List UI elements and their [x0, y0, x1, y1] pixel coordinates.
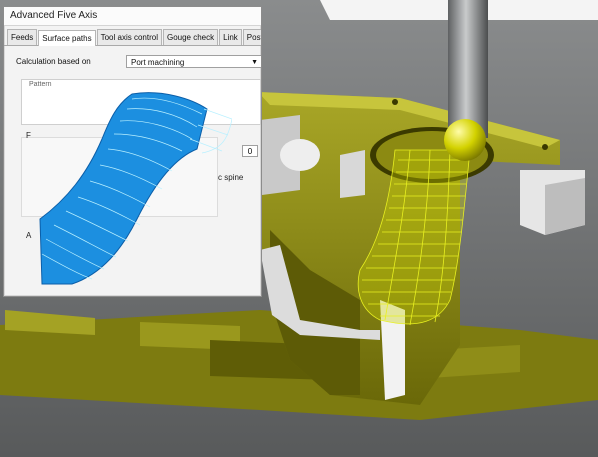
tab-feeds[interactable]: Feeds	[7, 29, 38, 45]
numeric-field[interactable]: 0	[242, 145, 258, 157]
tab-tool-axis-control[interactable]: Tool axis control	[96, 29, 162, 45]
tab-gouge-check[interactable]: Gouge check	[162, 29, 219, 45]
tab-post-settings[interactable]: Post Settings	[242, 29, 261, 45]
calculation-select[interactable]: Port machining ▼	[126, 55, 261, 68]
advanced-five-axis-dialog: Advanced Five Axis Feeds Surface paths T…	[3, 6, 262, 297]
tab-surface-paths[interactable]: Surface paths	[38, 30, 96, 46]
tab-link[interactable]: Link	[219, 29, 242, 45]
cutting-tool	[444, 0, 488, 161]
dialog-tabbar: Feeds Surface paths Tool axis control Go…	[4, 29, 261, 46]
calculation-label: Calculation based on	[16, 57, 91, 66]
chevron-down-icon: ▼	[251, 59, 258, 66]
label-fragment-f: F	[26, 131, 31, 140]
blue-toolpath-preview	[39, 92, 232, 285]
label-fragment-a: A	[26, 231, 32, 240]
calculation-select-value: Port machining	[131, 58, 185, 67]
blue-toolpath-surface	[39, 92, 208, 285]
dialog-title: Advanced Five Axis	[4, 7, 261, 26]
